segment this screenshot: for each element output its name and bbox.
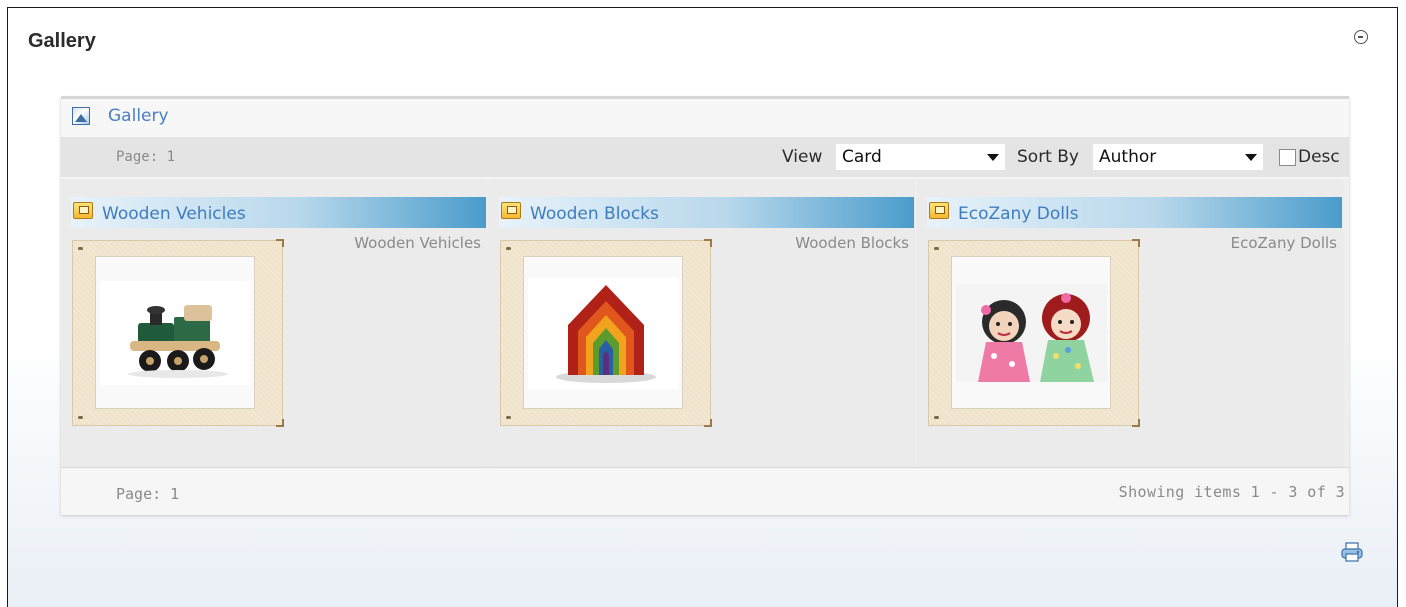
album-icon (501, 202, 521, 219)
card-title-bar: Wooden Blocks (499, 197, 914, 228)
frame-pin-icon (78, 416, 83, 419)
module-container: Gallery Gallery Page: 1 View Card Sort B… (7, 7, 1398, 607)
stacking-house-image[interactable] (527, 276, 679, 389)
desc-label: Desc (1298, 147, 1340, 167)
showing-items-text: Showing items 1 - 3 of 3 (1118, 483, 1345, 501)
page-indicator-top: Page: 1 (116, 149, 176, 165)
card-caption: Wooden Vehicles (354, 234, 481, 252)
sort-select-value: Author (1099, 147, 1157, 167)
card-caption: Wooden Blocks (795, 234, 909, 252)
card-caption: EcoZany Dolls (1230, 234, 1337, 252)
view-select-value: Card (842, 147, 882, 167)
photo-frame[interactable] (928, 239, 1140, 427)
card-title-link[interactable]: Wooden Vehicles (102, 204, 246, 224)
frame-pin-icon (506, 247, 511, 250)
card-title-link[interactable]: Wooden Blocks (530, 204, 659, 224)
module-title: Gallery (28, 30, 96, 52)
photo-mat (523, 256, 683, 409)
gallery-footer: Page: 1 Showing items 1 - 3 of 3 (61, 467, 1349, 515)
card-title-bar: EcoZany Dolls (927, 197, 1342, 228)
gallery-panel: Gallery Page: 1 View Card Sort By Author… (61, 96, 1349, 515)
print-icon[interactable] (1340, 541, 1364, 563)
frame-pin-icon (78, 247, 83, 250)
frame-pin-icon (506, 416, 511, 419)
frame-pin-icon (934, 416, 939, 419)
album-icon (73, 202, 93, 219)
gallery-header-link[interactable]: Gallery (108, 106, 169, 126)
gallery-header: Gallery (61, 99, 1349, 137)
photo-frame[interactable] (72, 239, 284, 427)
photo-mat (95, 256, 255, 409)
gallery-icon (72, 107, 90, 125)
page-indicator-bottom: Page: 1 (116, 485, 180, 503)
photo-mat (951, 256, 1111, 409)
chevron-down-icon (987, 154, 999, 161)
photo-frame[interactable] (500, 239, 712, 427)
card-wooden-blocks: Wooden Blocks Wooden Blocks (489, 179, 915, 467)
sort-label: Sort By (1017, 147, 1079, 167)
view-label: View (782, 147, 823, 167)
view-select[interactable]: Card (836, 144, 1005, 170)
card-title-bar: Wooden Vehicles (71, 197, 486, 228)
card-ecozany-dolls: EcoZany Dolls EcoZany Dolls (917, 179, 1343, 467)
rag-dolls-image[interactable] (955, 283, 1107, 382)
album-icon (929, 202, 949, 219)
frame-pin-icon (934, 247, 939, 250)
card-grid: Wooden Vehicles Wooden Vehicles Wooden B… (61, 179, 1349, 467)
desc-checkbox[interactable] (1279, 149, 1296, 166)
wooden-train-image[interactable] (99, 280, 251, 385)
card-title-link[interactable]: EcoZany Dolls (958, 204, 1079, 224)
collapse-icon[interactable] (1354, 30, 1368, 44)
card-wooden-vehicles: Wooden Vehicles Wooden Vehicles (61, 179, 487, 467)
sort-select[interactable]: Author (1093, 144, 1263, 170)
gallery-toolbar: Page: 1 View Card Sort By Author Desc (61, 137, 1349, 177)
chevron-down-icon (1245, 154, 1257, 161)
